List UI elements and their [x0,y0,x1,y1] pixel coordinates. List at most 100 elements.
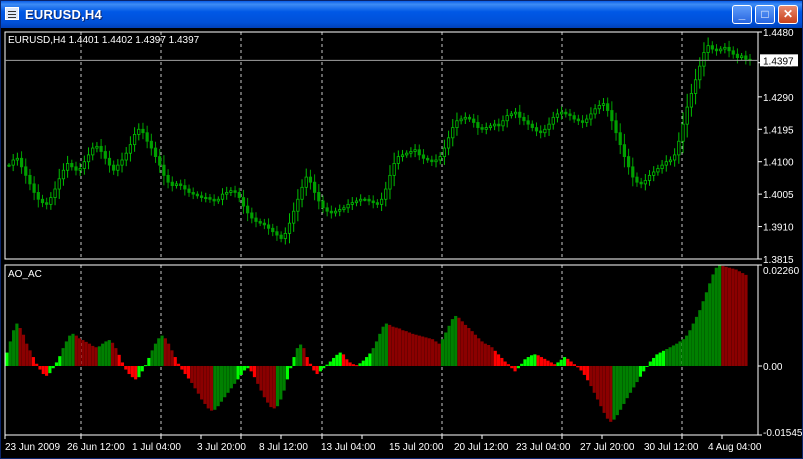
ao-bar [25,343,29,366]
ao-bar [203,365,207,404]
ao-bar [302,348,306,366]
ao-bar [671,345,675,366]
ao-bar [744,274,748,366]
price-tick-label: 1.4195 [763,125,794,136]
ao-bar [338,352,342,366]
candle-body [614,120,618,134]
candle-body [442,147,446,157]
candle-body [438,156,442,161]
candle-body [120,159,124,166]
ao-bar [506,364,511,366]
ao-bar [394,327,398,366]
candle-body [576,118,580,122]
ao-bar [401,330,405,366]
candle-body [685,106,689,125]
ao-bar [724,266,728,366]
ao-bar [655,354,659,366]
ao-bar [341,354,346,366]
candle-body [208,197,212,200]
ao-bar [8,341,12,366]
ao-bar [170,350,174,366]
candle-body [49,197,53,205]
ao-bar [107,340,111,366]
candle-body [137,128,141,135]
ao-bar [741,273,745,366]
candle-body [233,190,237,193]
candle-body [145,132,149,142]
time-tick-label: 20 Jul 12:00 [454,442,509,453]
ao-bar [84,341,88,366]
ao-bar [157,338,161,366]
close-button[interactable]: ✕ [778,5,798,24]
candle-body [78,168,82,171]
ao-bar [312,365,316,371]
ao-bar [737,271,741,366]
ao-bar [734,269,738,366]
candle-body [597,104,601,110]
candle-body [32,183,36,193]
candle-body [254,217,258,222]
time-tick-label: 8 Jul 12:00 [259,442,308,453]
ao-bar [559,359,563,366]
candle-body [698,65,702,81]
ao-bar [206,365,210,409]
ao-bar [223,365,227,398]
ao-bar [249,365,253,372]
ao-bar [681,339,685,366]
candle-body [250,212,254,219]
ao-bar [292,357,296,366]
candle-body [246,205,250,214]
ao-bar [678,341,682,366]
candle-body [216,198,220,202]
ao-tick-label: -0.01545 [763,428,802,439]
candle-body [99,145,103,152]
ao-bar [21,334,26,366]
ao-bar [160,335,164,366]
ao-bar [556,362,560,366]
ao-bar [605,365,610,419]
candle-body [275,231,279,236]
candle-body [392,163,396,176]
candle-body [589,113,593,120]
candle-body [28,174,32,185]
candle-body [313,181,317,193]
ao-bar [365,357,369,366]
ao-bar [31,357,35,366]
ao-bar [54,362,59,366]
ao-bar [529,355,534,366]
ao-bar [305,357,309,366]
ao-bar [391,326,395,366]
title-bar[interactable]: EURUSD,H4 _ □ ✕ [1,1,802,28]
minimize-button[interactable]: _ [732,5,752,24]
ao-bar [444,332,448,366]
chart-window[interactable]: EURUSD,H4 _ □ ✕ EURUSD,H4 1.4401 1.4402 … [0,0,803,459]
candle-body [547,123,551,130]
ao-bar [543,358,547,366]
ao-bar [708,283,712,366]
candle-body [731,50,735,55]
ao-bar [190,365,194,383]
candle-body [526,120,530,125]
candle-body [714,48,719,52]
ao-bar [41,365,45,375]
ao-bar [176,363,181,366]
ao-bar [404,331,408,366]
candle-body [91,147,95,156]
candle-body [158,156,162,166]
ao-bar [675,343,679,366]
ao-bar [68,335,72,366]
ao-bar [64,341,68,366]
ao-bar [424,337,428,366]
chart-area[interactable]: EURUSD,H4 1.4401 1.4402 1.4397 1.4397 AO… [1,28,802,458]
ao-bar [289,365,293,369]
maximize-button[interactable]: □ [755,5,775,24]
candle-body [405,152,409,156]
ao-bar [691,323,695,366]
ao-bar [490,347,494,366]
price-tick-label: 1.4290 [763,93,794,104]
candle-body [103,151,107,159]
candle-body [656,168,660,173]
ao-bar [698,310,702,366]
candle-body [505,115,509,122]
ao-bar [12,330,16,366]
